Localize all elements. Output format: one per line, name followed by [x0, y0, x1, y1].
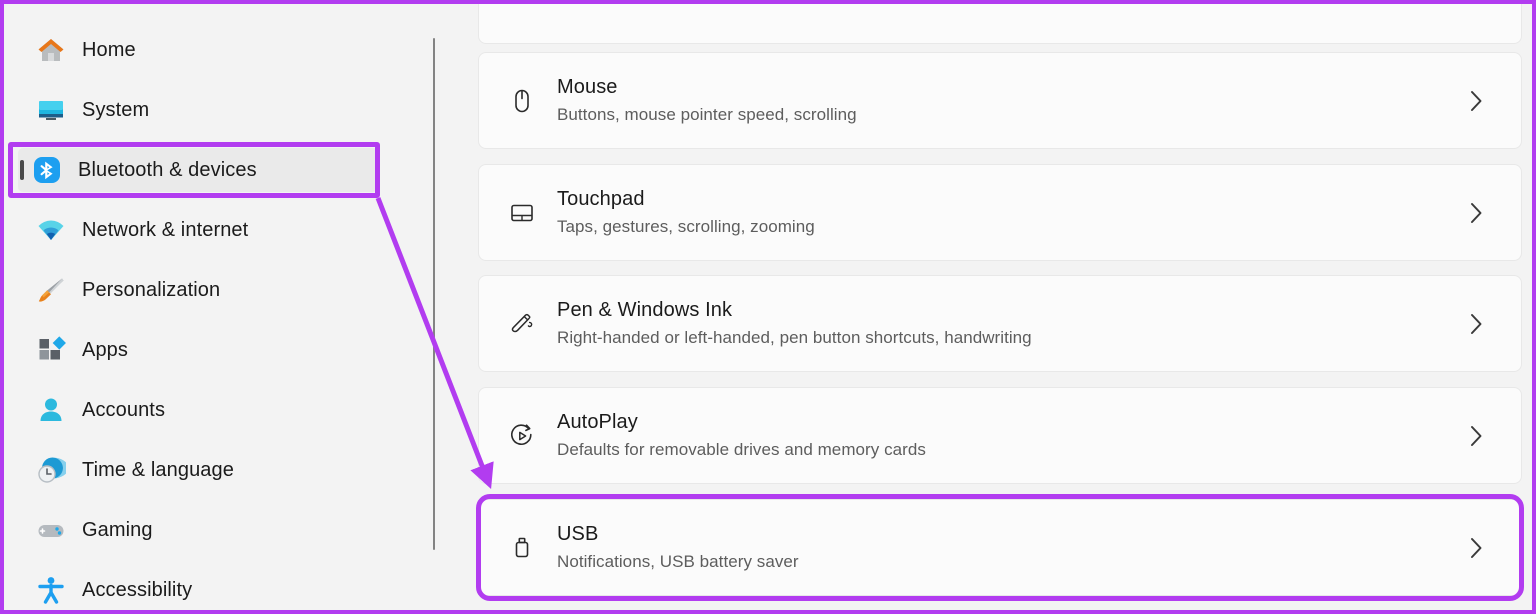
card-subtitle: Right-handed or left-handed, pen button … [557, 326, 1470, 349]
usb-icon [507, 533, 537, 563]
settings-window: Home System [0, 0, 1536, 614]
sidebar-item-personalization[interactable]: Personalization [22, 268, 372, 312]
settings-sidebar: Home System [4, 4, 428, 610]
sidebar-item-network-internet[interactable]: Network & internet [22, 208, 372, 252]
card-title: Mouse [557, 75, 1470, 100]
card-title: Touchpad [557, 187, 1470, 212]
settings-card-cameras[interactable]: Cameras Connected cameras, default image… [478, 0, 1522, 44]
sidebar-item-label: System [82, 99, 149, 122]
chevron-right-icon[interactable] [1470, 537, 1483, 559]
settings-content-panel: Cameras Connected cameras, default image… [444, 4, 1532, 610]
sidebar-item-home[interactable]: Home [22, 28, 372, 72]
chevron-right-icon[interactable] [1470, 202, 1483, 224]
settings-card-usb[interactable]: USB Notifications, USB battery saver [478, 499, 1522, 596]
home-icon [36, 35, 66, 65]
sidebar-item-label: Home [82, 39, 136, 62]
sidebar-item-label: Personalization [82, 279, 220, 302]
clock-globe-icon [36, 455, 66, 485]
card-subtitle: Defaults for removable drives and memory… [557, 438, 1470, 461]
card-text: Pen & Windows Ink Right-handed or left-h… [557, 298, 1470, 349]
chevron-right-icon[interactable] [1470, 90, 1483, 112]
sidebar-item-label: Apps [82, 339, 128, 362]
settings-card-autoplay[interactable]: AutoPlay Defaults for removable drives a… [478, 387, 1522, 484]
person-icon [36, 395, 66, 425]
touchpad-icon [507, 198, 537, 228]
selected-indicator-bar [20, 160, 24, 180]
sidebar-item-label: Accounts [82, 399, 165, 422]
gamepad-icon [36, 515, 66, 545]
accessibility-icon [36, 575, 66, 605]
card-text: Touchpad Taps, gestures, scrolling, zoom… [557, 187, 1470, 238]
bluetooth-icon [32, 155, 62, 185]
sidebar-item-label: Gaming [82, 519, 153, 542]
settings-card-mouse[interactable]: Mouse Buttons, mouse pointer speed, scro… [478, 52, 1522, 149]
card-title: Pen & Windows Ink [557, 298, 1470, 323]
card-text: USB Notifications, USB battery saver [557, 522, 1470, 573]
chevron-right-icon[interactable] [1470, 313, 1483, 335]
autoplay-icon [507, 421, 537, 451]
sidebar-item-gaming[interactable]: Gaming [22, 508, 372, 552]
sidebar-item-accounts[interactable]: Accounts [22, 388, 372, 432]
wifi-icon [36, 215, 66, 245]
sidebar-item-label: Network & internet [82, 219, 248, 242]
card-subtitle: Taps, gestures, scrolling, zooming [557, 215, 1470, 238]
card-subtitle: Notifications, USB battery saver [557, 550, 1470, 573]
sidebar-item-bluetooth-devices[interactable]: Bluetooth & devices [18, 148, 378, 192]
card-text: Mouse Buttons, mouse pointer speed, scro… [557, 75, 1470, 126]
mouse-icon [507, 86, 537, 116]
card-title: USB [557, 522, 1470, 547]
paintbrush-icon [36, 275, 66, 305]
sidebar-item-accessibility[interactable]: Accessibility [22, 568, 372, 612]
card-text: AutoPlay Defaults for removable drives a… [557, 410, 1470, 461]
apps-icon [36, 335, 66, 365]
settings-card-touchpad[interactable]: Touchpad Taps, gestures, scrolling, zoom… [478, 164, 1522, 261]
pen-icon [507, 309, 537, 339]
sidebar-item-system[interactable]: System [22, 88, 372, 132]
sidebar-scrollbar[interactable] [433, 38, 435, 550]
chevron-right-icon[interactable] [1470, 425, 1483, 447]
sidebar-item-time-language[interactable]: Time & language [22, 448, 372, 492]
settings-card-pen-windows-ink[interactable]: Pen & Windows Ink Right-handed or left-h… [478, 275, 1522, 372]
sidebar-item-label: Bluetooth & devices [78, 159, 257, 182]
card-subtitle: Buttons, mouse pointer speed, scrolling [557, 103, 1470, 126]
sidebar-item-apps[interactable]: Apps [22, 328, 372, 372]
sidebar-item-label: Accessibility [82, 579, 192, 602]
card-title: AutoPlay [557, 410, 1470, 435]
sidebar-item-label: Time & language [82, 459, 234, 482]
system-icon [36, 95, 66, 125]
